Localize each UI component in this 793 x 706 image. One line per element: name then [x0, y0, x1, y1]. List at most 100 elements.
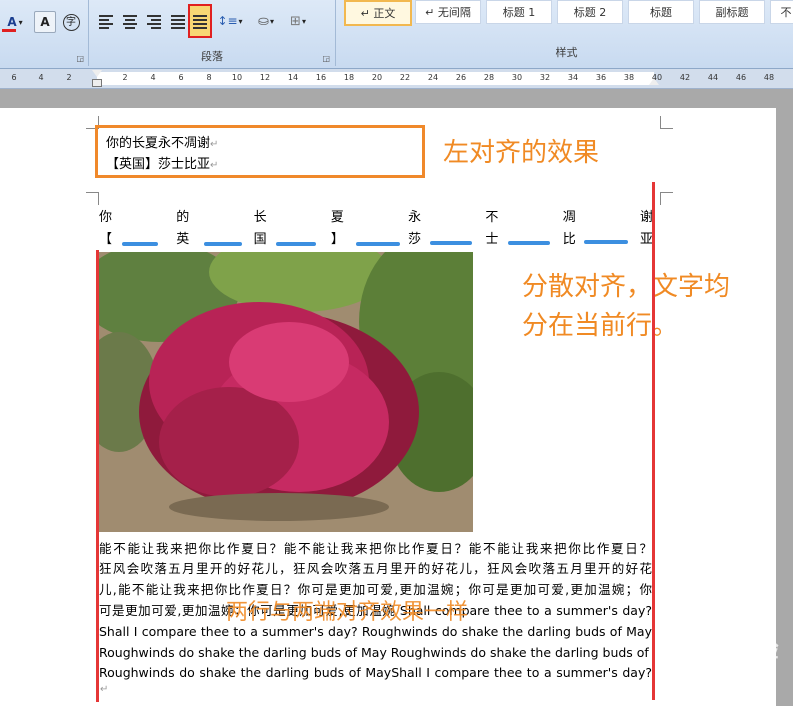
gap-marker — [276, 242, 316, 246]
gap-marker — [204, 242, 242, 246]
ruler-tick: 10 — [231, 73, 243, 82]
char: 永 — [408, 210, 422, 225]
style-label: 标题 2 — [573, 6, 607, 19]
distributed-line-1[interactable]: 你 的 长 夏 永 不 凋 谢 — [99, 206, 653, 225]
style-more[interactable]: 不 — [770, 0, 793, 24]
dialog-launcher-icon[interactable]: ◲ — [322, 54, 330, 63]
ruler-tick: 42 — [679, 73, 691, 82]
boxed-line-1[interactable]: 你的长夏永不凋谢↵ — [106, 134, 218, 155]
paint-bucket-icon: ⛀ — [258, 13, 269, 29]
char: 你 — [99, 210, 113, 225]
boxed-line-2[interactable]: 【英国】莎士比亚↵ — [106, 155, 218, 176]
align-left-button[interactable] — [95, 10, 117, 32]
flower-shrub-photo[interactable] — [99, 252, 473, 532]
ruler-tick: 48 — [763, 73, 775, 82]
indent-marker-icon[interactable] — [92, 79, 102, 87]
paragraph-group-label: 段落 — [201, 50, 223, 63]
char: 长 — [253, 210, 267, 225]
gap-marker — [584, 240, 628, 244]
align-right-button[interactable] — [143, 10, 165, 32]
char: 英 — [176, 232, 190, 247]
style-title[interactable]: 标题 — [628, 0, 694, 24]
body-line-7[interactable]: Roughwinds do shake the darling buds of … — [99, 663, 652, 684]
ruler-tick: 40 — [651, 73, 663, 82]
style-label: 标题 — [650, 6, 672, 19]
gap-marker — [356, 242, 400, 246]
align-left-icon — [97, 12, 115, 30]
gap-marker — [508, 241, 550, 245]
justify-icon — [169, 12, 187, 30]
dropdown-arrow-icon: ▾ — [238, 16, 243, 26]
character-shading-button[interactable]: A — [34, 11, 56, 33]
style-heading-2[interactable]: 标题 2 — [557, 0, 623, 24]
ruler-tick: 36 — [595, 73, 607, 82]
dropdown-arrow-icon: ▾ — [301, 16, 306, 26]
flower-shrub-illustration — [99, 252, 473, 532]
style-label: 不 — [780, 6, 792, 19]
enclose-characters-button[interactable]: 字 — [60, 11, 82, 33]
margin-corner-mark — [660, 116, 673, 129]
char: 不 — [485, 210, 499, 225]
horizontal-ruler[interactable]: 6 4 2 2 4 6 8 10 12 14 16 18 20 22 24 26… — [0, 69, 793, 89]
gap-marker — [430, 241, 472, 245]
body-line-2[interactable]: 狂风会吹落五月里开的好花儿，狂风会吹落五月里开的好花儿，狂风会吹落五月里开的好花 — [99, 559, 652, 580]
font-group: A ▾ A 字 ◲ — [0, 0, 89, 66]
right-margin-marker — [652, 182, 655, 700]
paragraph-mark-icon: ↵ — [210, 160, 219, 171]
annotation-distributed-1: 分散对齐，文字均 — [522, 272, 731, 302]
margin-corner-mark — [86, 192, 99, 205]
ribbon: A ▾ A 字 ◲ ↕≡ ▾ ⛀ ▾ ⊞ ▾ 段落 ◲ ↵ 正文 ↵ 无间隔 标… — [0, 0, 793, 69]
ruler-tick: 6 — [11, 73, 17, 82]
ruler-tick: 44 — [707, 73, 719, 82]
style-normal[interactable]: ↵ 正文 — [344, 0, 412, 26]
ruler-tick: 46 — [735, 73, 747, 82]
ruler-tick: 4 — [38, 73, 44, 82]
style-label: ↵ 无间隔 — [425, 6, 471, 19]
paragraph-mark-icon: ↵ — [210, 139, 219, 150]
annotation-left-align: 左对齐的效果 — [443, 138, 600, 168]
ruler-tick: 38 — [623, 73, 635, 82]
paw-icon: ☘ — [668, 638, 688, 663]
styles-group-label: 样式 — [555, 46, 578, 59]
align-center-button[interactable] — [119, 10, 141, 32]
char: 莎 — [408, 232, 422, 247]
paragraph-group: ↕≡ ▾ ⛀ ▾ ⊞ ▾ 段落 ◲ — [89, 0, 336, 66]
ruler-tick: 2 — [122, 73, 128, 82]
ruler-tick: 26 — [455, 73, 467, 82]
ruler-tick: 8 — [206, 73, 212, 82]
char: 士 — [485, 232, 499, 247]
style-no-spacing[interactable]: ↵ 无间隔 — [415, 0, 481, 24]
watermark: ☘Bai 经验 — [668, 638, 779, 663]
ruler-tick: 22 — [399, 73, 411, 82]
shading-button[interactable]: ⛀ ▾ — [251, 10, 281, 32]
line-spacing-icon: ↕≡ — [217, 14, 238, 28]
style-heading-1[interactable]: 标题 1 — [486, 0, 552, 24]
dialog-launcher-icon[interactable]: ◲ — [76, 54, 84, 63]
justify-button[interactable] — [167, 10, 189, 32]
ruler-tick: 34 — [567, 73, 579, 82]
body-line-6[interactable]: Roughwinds do shake the darling buds of … — [99, 643, 652, 664]
dropdown-arrow-icon: ▾ — [269, 16, 274, 26]
char: 比 — [562, 232, 576, 247]
char: 【 — [99, 232, 113, 247]
line-spacing-button[interactable]: ↕≡ ▾ — [215, 10, 245, 32]
ruler-tick: 4 — [150, 73, 156, 82]
font-color-bar — [2, 29, 16, 32]
style-label: 副标题 — [715, 6, 749, 19]
style-label: ↵ 正文 — [360, 7, 396, 20]
align-right-icon — [145, 12, 163, 30]
style-subtitle[interactable]: 副标题 — [699, 0, 765, 24]
annotation-justify-note: 两行与两端对齐效果一样 — [226, 600, 469, 625]
distributed-button[interactable] — [188, 4, 212, 38]
ruler-tick: 20 — [371, 73, 383, 82]
body-line-1[interactable]: 能不能让我来把你比作夏日？能不能让我来把你比作夏日？能不能让我来把你比作夏日？ — [99, 539, 652, 560]
align-center-icon — [121, 12, 139, 30]
indent-marker-icon[interactable] — [92, 70, 102, 77]
ruler-tick: 24 — [427, 73, 439, 82]
style-label: 标题 1 — [502, 6, 536, 19]
borders-button[interactable]: ⊞ ▾ — [283, 10, 313, 32]
ruler-tick: 30 — [511, 73, 523, 82]
dropdown-arrow-icon: ▾ — [18, 17, 23, 27]
ruler-tick: 14 — [287, 73, 299, 82]
border-grid-icon: ⊞ — [290, 13, 301, 29]
